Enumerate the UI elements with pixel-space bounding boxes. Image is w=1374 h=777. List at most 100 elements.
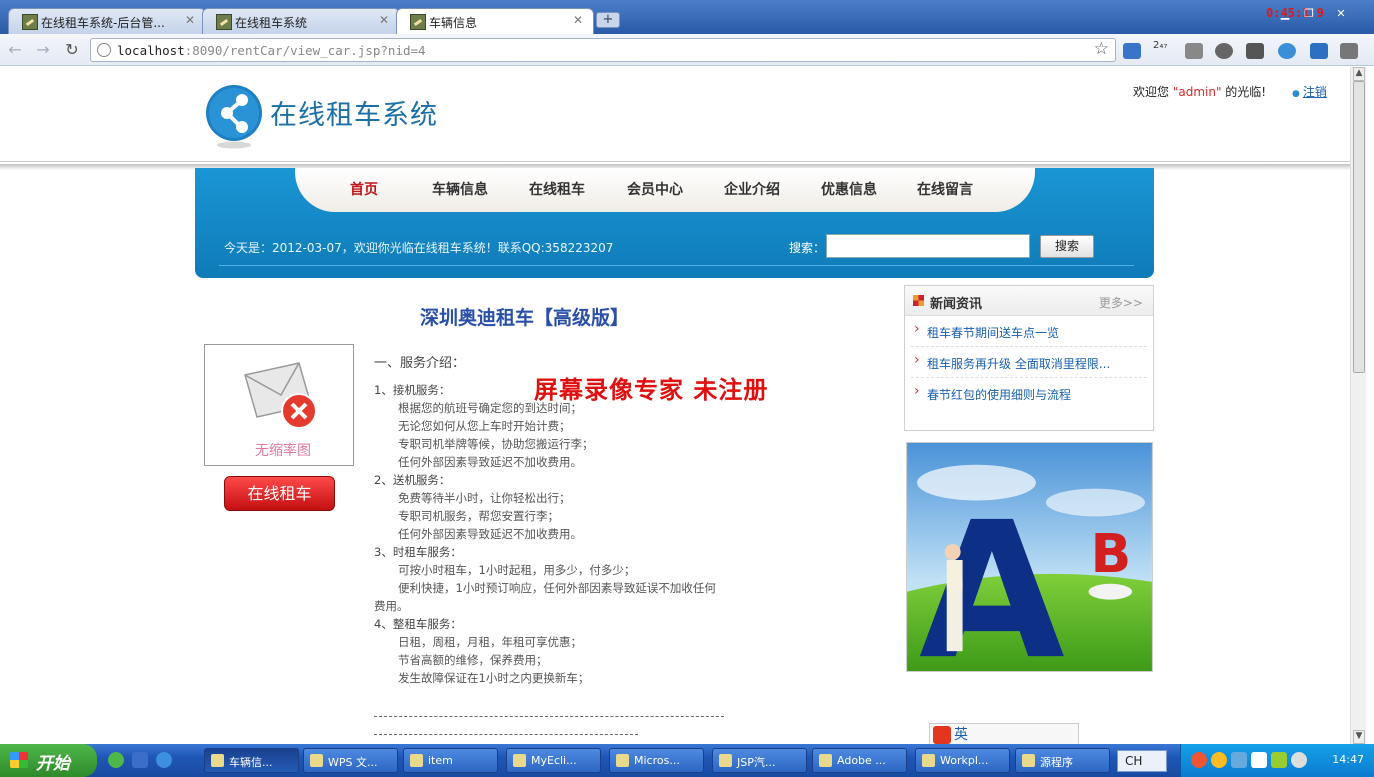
new-tab-button[interactable]: + — [596, 12, 620, 28]
reload-icon[interactable]: ↻ — [61, 39, 83, 61]
ime-mode[interactable]: 英 — [954, 727, 968, 743]
scroll-up-icon[interactable]: ▲ — [1353, 67, 1365, 81]
tray-qq-icon[interactable] — [1211, 752, 1227, 768]
news-header: 新闻资讯 更多>> — [905, 286, 1153, 316]
language-indicator[interactable]: CH — [1117, 750, 1167, 772]
news-panel: 新闻资讯 更多>> 租车春节期间送车点一览 租车服务再升级 全面取消里程限...… — [904, 285, 1154, 431]
url-text: localhost:8090/rentCar/view_car.jsp?nid=… — [117, 43, 426, 58]
section-line: 发生故障保证在1小时之内更换新车； — [398, 671, 590, 685]
news-item[interactable]: 租车春节期间送车点一览 — [911, 316, 1147, 347]
start-button[interactable]: 开始 — [0, 744, 97, 777]
rent-online-button[interactable]: 在线租车 — [224, 476, 335, 511]
input-method-bar[interactable]: 英 — [929, 723, 1079, 744]
taskbar-item-wps[interactable]: WPS 文... — [303, 748, 398, 773]
welcome-message: 欢迎您 "admin" 的光临! — [1133, 83, 1266, 100]
back-icon[interactable]: ← — [4, 39, 26, 61]
section-title: 4、整租车服务： — [374, 617, 462, 631]
taskbar-item-workplace[interactable]: Workpl... — [915, 748, 1010, 773]
tab-admin[interactable]: 在线租车系统-后台管... ✕ — [8, 8, 206, 34]
dashed-divider — [374, 734, 638, 735]
address-bar[interactable]: localhost:8090/rentCar/view_car.jsp?nid=… — [90, 38, 1116, 62]
forward-icon[interactable]: → — [32, 39, 54, 61]
nav-item-offers[interactable]: 优惠信息 — [821, 179, 877, 199]
close-tab-icon[interactable]: ✕ — [185, 13, 195, 27]
gear-extension-icon[interactable] — [1215, 43, 1233, 59]
quicklaunch-ie-icon[interactable] — [156, 752, 172, 768]
nav-item-company[interactable]: 企业介绍 — [724, 179, 780, 199]
taskbar-item-jsp[interactable]: JSP汽... — [712, 748, 807, 773]
sogou-logo-icon — [933, 726, 951, 744]
windows-taskbar: 开始 车辆信... WPS 文... item MyEcli... Micros… — [0, 744, 1374, 777]
tab-home[interactable]: 在线租车系统 ✕ — [202, 8, 400, 34]
news-item[interactable]: 春节红包的使用细则与流程 — [911, 378, 1147, 409]
scroll-down-icon[interactable]: ▼ — [1353, 730, 1365, 744]
section-line: 专职司机举牌等候，协助您搬运行李； — [398, 437, 594, 451]
windows-logo-icon — [10, 752, 28, 768]
taskbar-item-source[interactable]: 源程序 — [1015, 748, 1110, 773]
date-contact-info: 今天是：2012-03-07，欢迎你光临在线租车系统！联系QQ:35822320… — [224, 241, 614, 255]
logout-link[interactable]: 注销 — [1292, 83, 1327, 100]
nav-item-home[interactable]: 首页 — [350, 179, 378, 199]
news-more-link[interactable]: 更多>> — [1099, 294, 1143, 311]
quicklaunch-desktop-icon[interactable] — [108, 752, 124, 768]
tray-volume-icon[interactable] — [1251, 752, 1267, 768]
welcome-suffix: 的光临! — [1221, 85, 1267, 99]
nav-item-messages[interactable]: 在线留言 — [917, 179, 973, 199]
url-host: localhost — [117, 43, 185, 58]
section-line: 日租，周租，月租，年租可享优惠； — [398, 635, 582, 649]
browser-tab-strip: 在线租车系统-后台管... ✕ 在线租车系统 ✕ 车辆信息 ✕ + 0:45:1… — [0, 0, 1374, 35]
tray-app-icon[interactable] — [1191, 752, 1207, 768]
car-title: 深圳奥迪租车【高级版】 — [420, 307, 630, 329]
search-button[interactable]: 搜索 — [1040, 235, 1094, 258]
apps-grid-icon[interactable] — [1185, 43, 1203, 59]
url-path: :8090/rentCar/view_car.jsp?nid=4 — [184, 43, 426, 58]
nav-tab-panel: 首页 车辆信息 在线租车 会员中心 企业介绍 优惠信息 在线留言 — [295, 168, 1035, 212]
taskbar-item-microsoft[interactable]: Micros... — [609, 748, 704, 773]
browser-toolbar: ← → ↻ localhost:8090/rentCar/view_car.js… — [0, 34, 1374, 66]
wrench-icon[interactable] — [1340, 43, 1358, 59]
ext-badge[interactable]: 2₄₇ — [1153, 40, 1175, 56]
globe-extension-icon[interactable] — [1278, 43, 1296, 59]
tray-security-icon[interactable] — [1271, 752, 1287, 768]
ad-letter-b: B — [1090, 522, 1131, 585]
welcome-prefix: 欢迎您 — [1133, 85, 1173, 99]
tab-vehicle-info[interactable]: 车辆信息 ✕ — [396, 8, 594, 35]
scroll-thumb[interactable] — [1353, 81, 1365, 373]
close-tab-icon[interactable]: ✕ — [573, 13, 583, 27]
translate-extension-icon[interactable] — [1310, 43, 1328, 59]
car-thumbnail: 无缩率图 — [204, 344, 354, 466]
system-clock: 14:47 — [1332, 753, 1364, 766]
section-line: 节省高额的维修，保养费用； — [398, 653, 548, 667]
section-title: 2、送机服务： — [374, 473, 451, 487]
bug-extension-icon[interactable] — [1246, 43, 1264, 59]
tray-update-icon[interactable] — [1291, 752, 1307, 768]
taskbar-item-myeclipse[interactable]: MyEcli... — [506, 748, 601, 773]
site-logo-text[interactable]: 在线租车系统 — [270, 93, 438, 132]
nav-item-rent-online[interactable]: 在线租车 — [529, 179, 585, 199]
tray-network-icon[interactable] — [1231, 752, 1247, 768]
news-item[interactable]: 租车服务再升级 全面取消里程限... — [911, 347, 1147, 378]
taskbar-item-chrome[interactable]: 车辆信... — [204, 748, 299, 773]
taskbar-item-adobe[interactable]: Adobe ... — [812, 748, 907, 773]
section-line: 任何外部因素导致延迟不加收费用。 — [398, 455, 582, 469]
advertisement-banner[interactable]: A B — [906, 442, 1153, 672]
no-image-envelope-icon — [244, 362, 317, 429]
tab-label: 在线租车系统 — [235, 16, 308, 30]
news-title: 新闻资讯 — [930, 297, 983, 312]
search-input[interactable] — [826, 234, 1030, 258]
taskbar-item-folder[interactable]: item — [403, 748, 498, 773]
minimize-icon[interactable]: ▁ — [1276, 7, 1294, 21]
page-scrollbar[interactable]: ▲ ▼ — [1350, 67, 1366, 744]
restore-icon[interactable]: ❐ — [1300, 7, 1318, 21]
close-tab-icon[interactable]: ✕ — [379, 13, 389, 27]
tab-label: 在线租车系统-后台管... — [41, 16, 165, 30]
news-grid-icon — [913, 295, 924, 306]
quicklaunch-explorer-icon[interactable] — [132, 752, 148, 768]
extension-icon[interactable] — [1123, 43, 1141, 59]
close-window-icon[interactable]: ✕ — [1332, 7, 1350, 21]
site-favicon-icon — [410, 14, 426, 30]
nav-item-vehicles[interactable]: 车辆信息 — [432, 179, 488, 199]
section-line: 无论您如何从您上车时开始计费； — [398, 419, 571, 433]
bookmark-star-icon[interactable]: ☆ — [1094, 39, 1109, 59]
nav-item-member-center[interactable]: 会员中心 — [627, 179, 683, 199]
